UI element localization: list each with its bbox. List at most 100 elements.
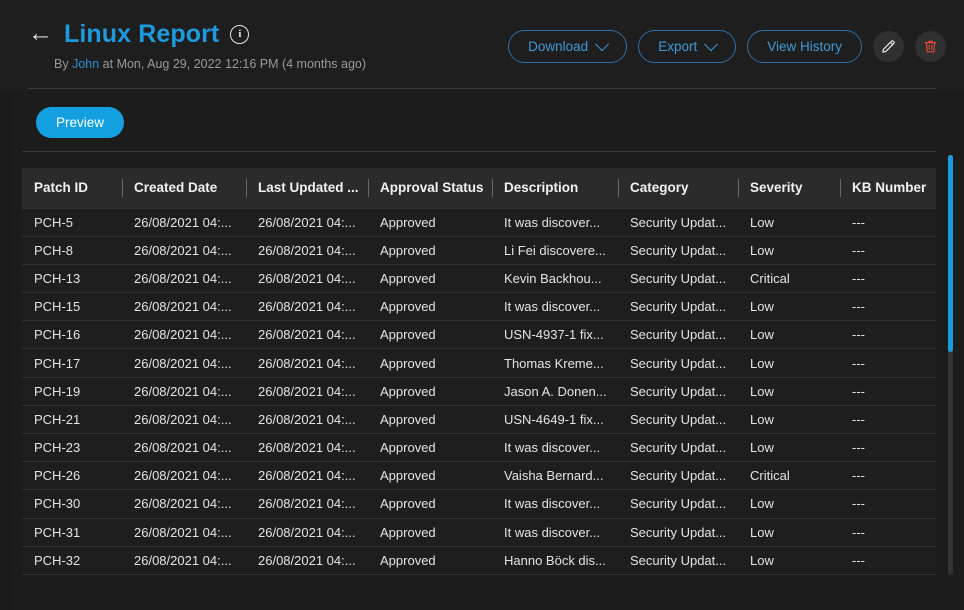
cell-approval-status: Approved [368,349,492,377]
cell-kb-number: --- [840,405,936,433]
cell-severity: Low [738,518,840,546]
byline-author[interactable]: John [72,57,99,71]
cell-kb-number: --- [840,518,936,546]
cell-approval-status: Approved [368,321,492,349]
tab-preview[interactable]: Preview [36,107,124,138]
cell-patch-id: PCH-21 [22,405,122,433]
column-header-kb-number[interactable]: KB Number [840,168,936,208]
cell-kb-number: --- [840,462,936,490]
cell-category: Security Updat... [618,490,738,518]
pencil-icon [880,38,897,55]
column-header-description[interactable]: Description [492,168,618,208]
table-row[interactable]: PCH-1626/08/2021 04:...26/08/2021 04:...… [22,321,936,349]
cell-category: Security Updat... [618,434,738,462]
table-body: PCH-526/08/2021 04:...26/08/2021 04:...A… [22,208,936,574]
cell-category: Security Updat... [618,293,738,321]
cell-category: Security Updat... [618,518,738,546]
export-label: Export [658,39,697,54]
cell-last-updated: 26/08/2021 04:... [246,321,368,349]
chevron-down-icon [595,37,609,51]
cell-severity: Low [738,293,840,321]
cell-description: It was discover... [492,490,618,518]
cell-last-updated: 26/08/2021 04:... [246,377,368,405]
table-row[interactable]: PCH-2326/08/2021 04:...26/08/2021 04:...… [22,434,936,462]
cell-kb-number: --- [840,434,936,462]
cell-approval-status: Approved [368,546,492,574]
cell-approval-status: Approved [368,208,492,236]
table-header: Patch ID Created Date Last Updated ... A… [22,168,936,208]
cell-kb-number: --- [840,264,936,292]
cell-severity: Low [738,405,840,433]
trash-icon [922,38,939,55]
header-divider [28,88,936,89]
cell-severity: Low [738,434,840,462]
export-button[interactable]: Export [638,30,736,63]
cell-kb-number: --- [840,208,936,236]
panel-left-edge [0,92,14,610]
cell-kb-number: --- [840,349,936,377]
table-row[interactable]: PCH-3226/08/2021 04:...26/08/2021 04:...… [22,546,936,574]
column-header-severity[interactable]: Severity [738,168,840,208]
column-header-category[interactable]: Category [618,168,738,208]
cell-created-date: 26/08/2021 04:... [122,236,246,264]
cell-description: Vaisha Bernard... [492,462,618,490]
cell-created-date: 26/08/2021 04:... [122,490,246,518]
cell-created-date: 26/08/2021 04:... [122,546,246,574]
header-actions: Download Export View History [508,30,946,63]
cell-severity: Critical [738,264,840,292]
cell-severity: Low [738,377,840,405]
patch-table-container: Patch ID Created Date Last Updated ... A… [22,168,936,578]
cell-kb-number: --- [840,490,936,518]
cell-description: It was discover... [492,434,618,462]
table-row[interactable]: PCH-3026/08/2021 04:...26/08/2021 04:...… [22,490,936,518]
cell-description: Kevin Backhou... [492,264,618,292]
cell-created-date: 26/08/2021 04:... [122,321,246,349]
cell-last-updated: 26/08/2021 04:... [246,434,368,462]
table-row[interactable]: PCH-2626/08/2021 04:...26/08/2021 04:...… [22,462,936,490]
table-row[interactable]: PCH-1926/08/2021 04:...26/08/2021 04:...… [22,377,936,405]
cell-approval-status: Approved [368,236,492,264]
column-header-label: KB Number [852,180,926,195]
table-row[interactable]: PCH-2126/08/2021 04:...26/08/2021 04:...… [22,405,936,433]
download-button[interactable]: Download [508,30,627,63]
view-history-button[interactable]: View History [747,30,862,63]
edit-button[interactable] [873,31,904,62]
cell-description: Hanno Böck dis... [492,546,618,574]
chevron-down-icon [704,37,718,51]
vertical-scrollbar-track[interactable] [948,155,953,575]
column-header-label: Severity [750,180,803,195]
table-row[interactable]: PCH-3126/08/2021 04:...26/08/2021 04:...… [22,518,936,546]
cell-kb-number: --- [840,377,936,405]
cell-description: It was discover... [492,208,618,236]
table-row[interactable]: PCH-1726/08/2021 04:...26/08/2021 04:...… [22,349,936,377]
column-header-label: Description [504,180,578,195]
back-arrow-icon[interactable]: ← [28,21,53,46]
cell-created-date: 26/08/2021 04:... [122,208,246,236]
column-header-created-date[interactable]: Created Date [122,168,246,208]
cell-severity: Low [738,208,840,236]
cell-approval-status: Approved [368,518,492,546]
cell-approval-status: Approved [368,293,492,321]
cell-created-date: 26/08/2021 04:... [122,434,246,462]
column-header-approval-status[interactable]: Approval Status [368,168,492,208]
cell-approval-status: Approved [368,405,492,433]
cell-last-updated: 26/08/2021 04:... [246,546,368,574]
cell-last-updated: 26/08/2021 04:... [246,264,368,292]
table-row[interactable]: PCH-526/08/2021 04:...26/08/2021 04:...A… [22,208,936,236]
delete-button[interactable] [915,31,946,62]
cell-patch-id: PCH-26 [22,462,122,490]
table-row[interactable]: PCH-1526/08/2021 04:...26/08/2021 04:...… [22,293,936,321]
cell-category: Security Updat... [618,349,738,377]
table-row[interactable]: PCH-826/08/2021 04:...26/08/2021 04:...A… [22,236,936,264]
vertical-scrollbar-thumb[interactable] [948,155,953,352]
cell-category: Security Updat... [618,208,738,236]
column-header-label: Last Updated ... [258,180,359,195]
table-header-row: Patch ID Created Date Last Updated ... A… [22,168,936,208]
column-header-patch-id[interactable]: Patch ID [22,168,122,208]
view-history-label: View History [767,39,842,54]
cell-approval-status: Approved [368,490,492,518]
column-header-last-updated[interactable]: Last Updated ... [246,168,368,208]
report-detail-page: ← Linux Report i By John at Mon, Aug 29,… [0,0,964,610]
table-row[interactable]: PCH-1326/08/2021 04:...26/08/2021 04:...… [22,264,936,292]
info-icon[interactable]: i [230,25,249,44]
